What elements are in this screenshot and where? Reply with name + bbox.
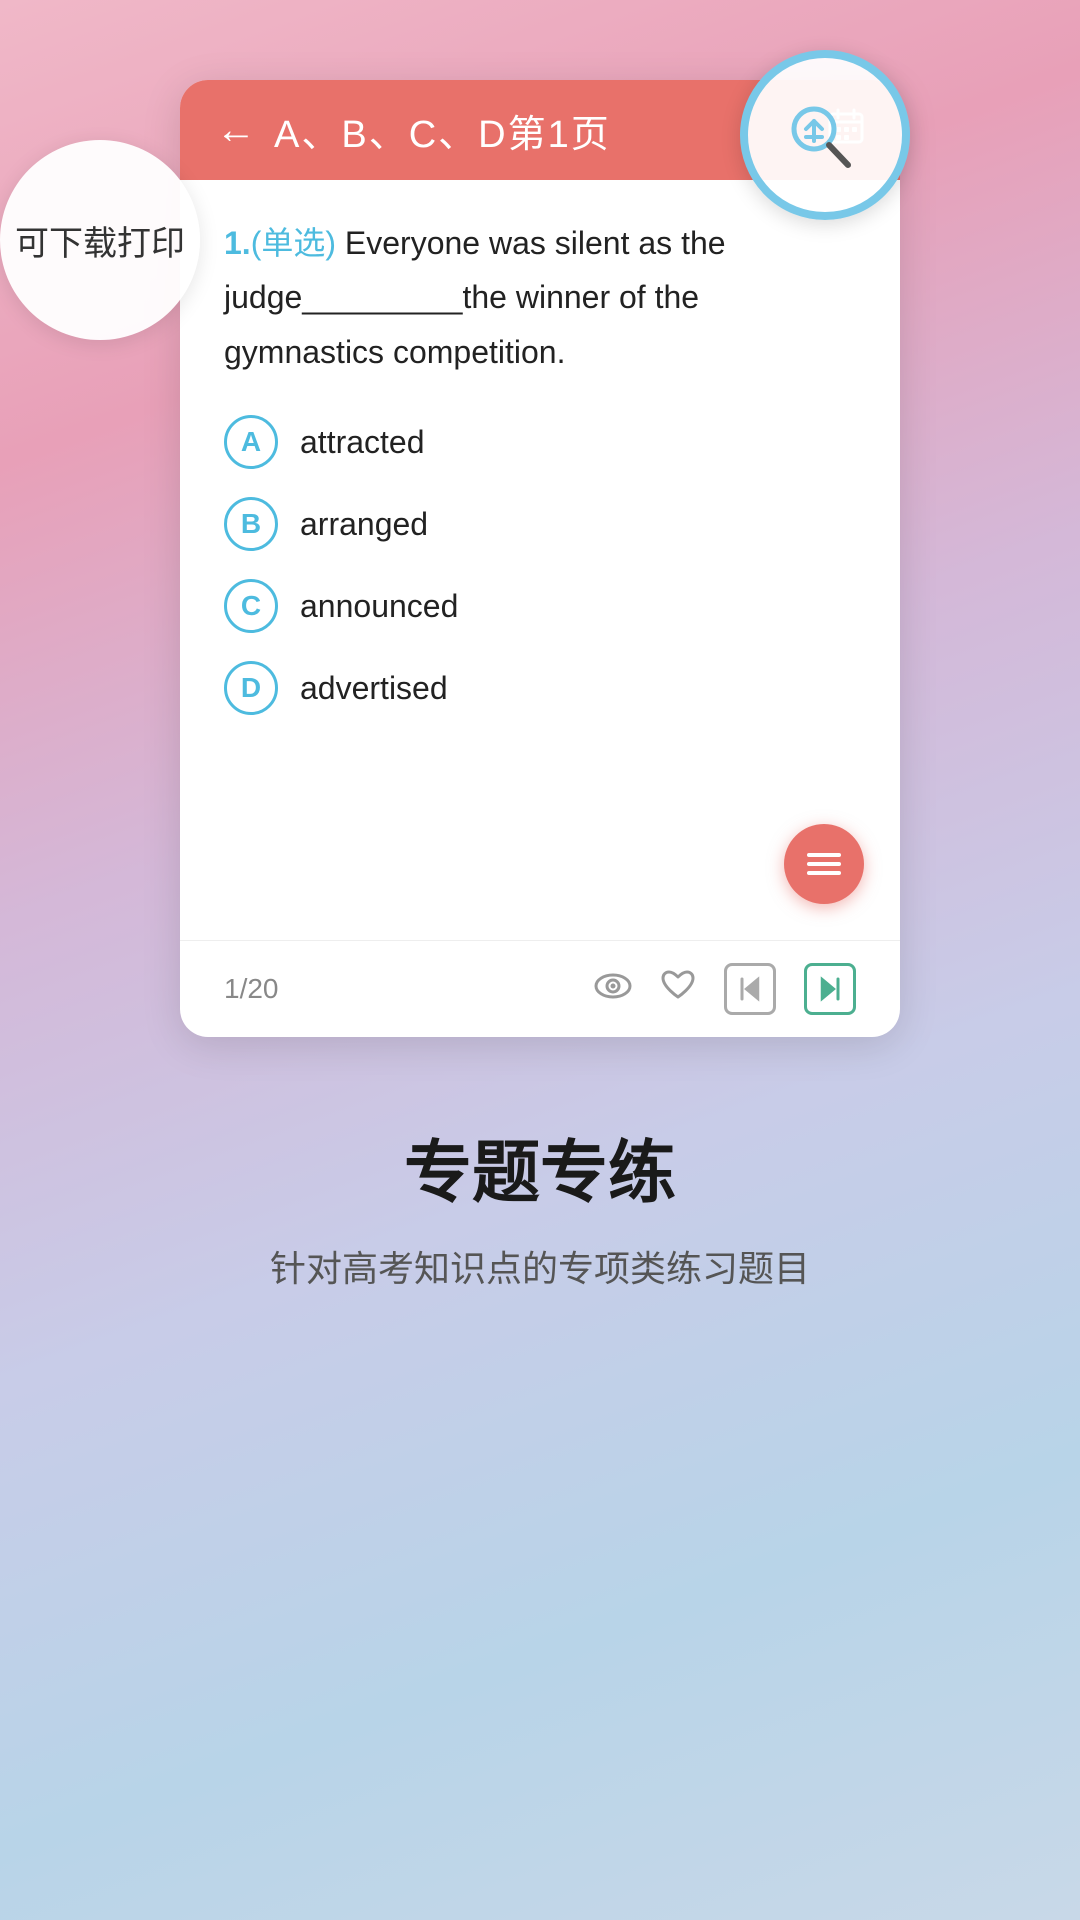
question-number: 1. [224, 225, 251, 261]
question-type: (单选) [251, 225, 336, 261]
options-list: A attracted B arranged C announced D adv… [224, 415, 856, 715]
page-count: 1/20 [224, 973, 279, 1005]
favorite-icon[interactable] [660, 969, 696, 1010]
quiz-card: ← A、B、C、D第1页 [180, 80, 900, 1037]
download-tooltip: 可下载打印 [0, 140, 200, 340]
calendar-icon[interactable] [828, 108, 864, 153]
fab-menu-button[interactable] [784, 824, 864, 904]
option-a-circle: A [224, 415, 278, 469]
bottom-title: 专题专练 [270, 1117, 810, 1216]
option-d[interactable]: D advertised [224, 661, 856, 715]
card-header: ← A、B、C、D第1页 [180, 80, 900, 180]
header-left: ← A、B、C、D第1页 [216, 103, 611, 158]
eye-icon[interactable] [594, 970, 632, 1009]
bottom-section: 专题专练 针对高考知识点的专项类练习题目 [190, 1117, 890, 1298]
skip-back-button[interactable] [724, 963, 776, 1015]
option-b-text: arranged [300, 506, 428, 543]
hamburger-icon [807, 853, 841, 875]
option-a[interactable]: A attracted [224, 415, 856, 469]
back-button[interactable]: ← [216, 110, 256, 150]
bottom-subtitle: 针对高考知识点的专项类练习题目 [270, 1240, 810, 1298]
footer-controls [594, 963, 856, 1015]
header-icons [828, 108, 864, 153]
option-c[interactable]: C announced [224, 579, 856, 633]
option-a-text: attracted [300, 424, 425, 461]
question-text: 1.(单选) Everyone was silent as the judge_… [224, 216, 856, 379]
download-tooltip-text: 可下载打印 [15, 216, 185, 265]
option-c-circle: C [224, 579, 278, 633]
option-b-circle: B [224, 497, 278, 551]
card-body: 1.(单选) Everyone was silent as the judge_… [180, 180, 900, 940]
option-d-text: advertised [300, 670, 448, 707]
option-d-circle: D [224, 661, 278, 715]
option-b[interactable]: B arranged [224, 497, 856, 551]
skip-next-button[interactable] [804, 963, 856, 1015]
page-title: A、B、C、D第1页 [274, 103, 611, 158]
card-footer: 1/20 [180, 940, 900, 1037]
option-c-text: announced [300, 588, 458, 625]
